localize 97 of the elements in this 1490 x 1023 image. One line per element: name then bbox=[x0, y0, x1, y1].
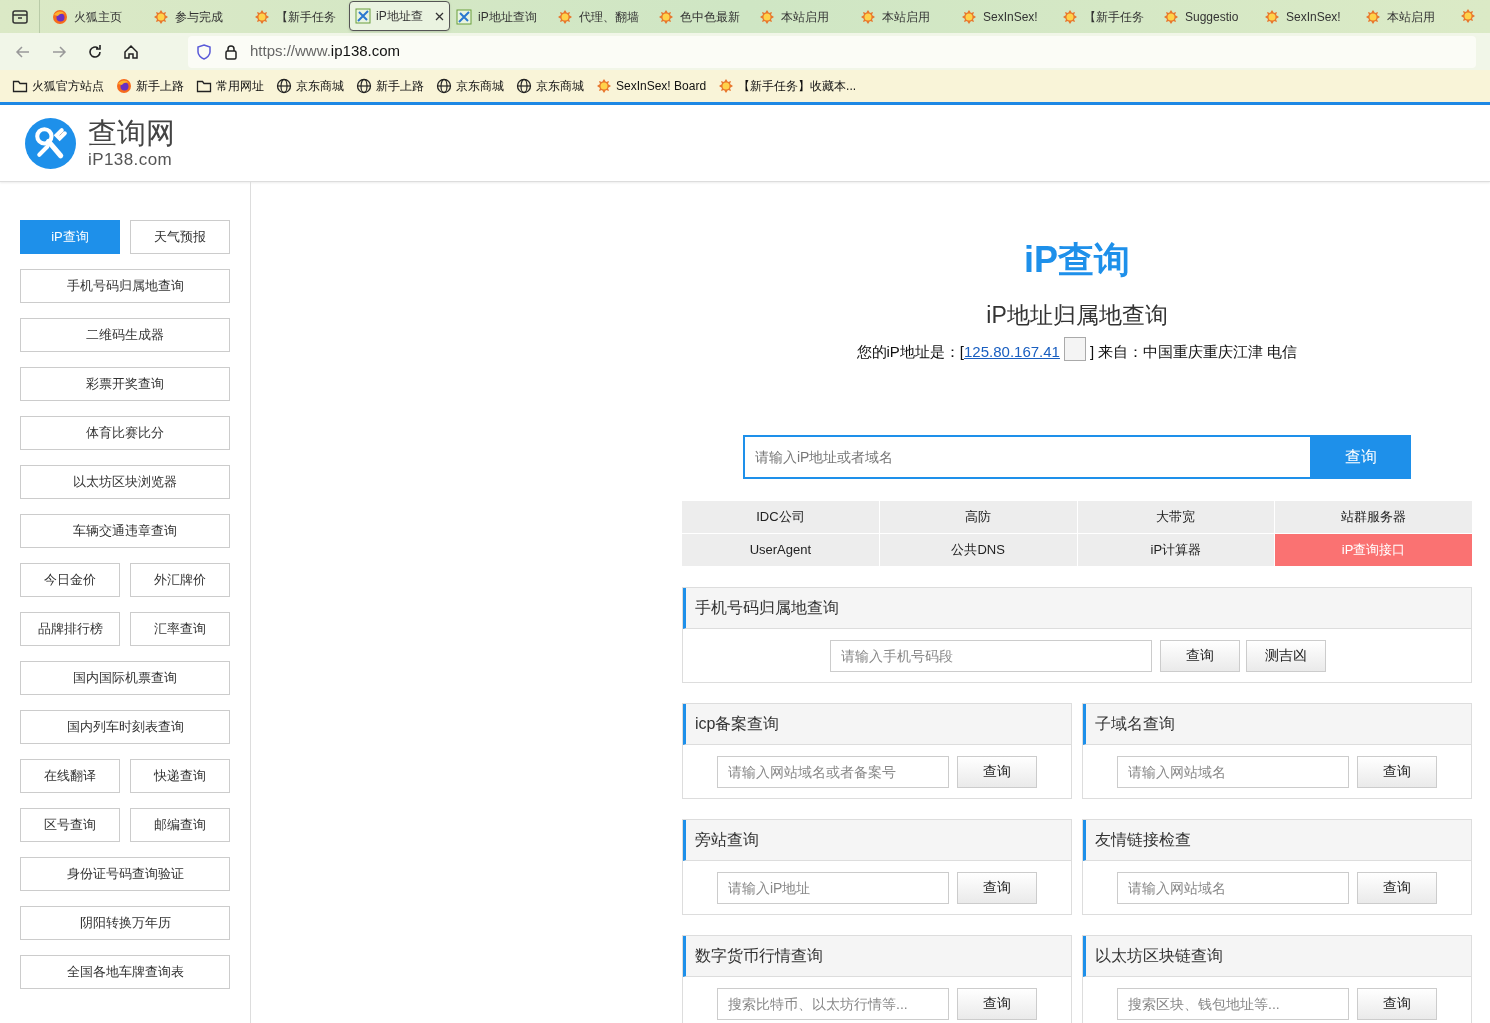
quick-link[interactable]: IDC公司 bbox=[682, 501, 879, 533]
input-field[interactable]: 请输入网站域名 bbox=[1117, 755, 1349, 788]
bookmark[interactable]: 新手上路 bbox=[356, 77, 424, 95]
logo-title: 查询网 bbox=[88, 118, 175, 148]
bookmark[interactable]: 京东商城 bbox=[436, 77, 504, 95]
close-icon[interactable] bbox=[435, 11, 444, 21]
quick-link[interactable]: 大带宽 bbox=[1077, 501, 1275, 533]
query-button[interactable]: 查询 bbox=[1357, 871, 1437, 904]
bookmark[interactable]: 京东商城 bbox=[276, 77, 344, 95]
browser-tab[interactable]: iP地址查询 bbox=[450, 0, 551, 33]
ip-location: ] 来自：中国重庆重庆江津 电信 bbox=[1089, 341, 1298, 362]
firefox-icon bbox=[116, 78, 132, 94]
query-button[interactable]: 查询 bbox=[1357, 755, 1437, 788]
sidebar-link[interactable]: 区号查询 bbox=[20, 808, 120, 842]
query-button[interactable]: 查询 bbox=[957, 987, 1037, 1020]
sidebar-link[interactable]: 阴阳转换万年历 bbox=[20, 906, 230, 940]
browser-tab[interactable]: SexInSex! bbox=[1258, 0, 1359, 33]
quick-link[interactable]: 公共DNS bbox=[879, 534, 1077, 566]
card-title: 旁站查询 bbox=[683, 820, 1071, 861]
browser-tab[interactable]: 【新手任务 bbox=[1056, 0, 1157, 33]
address-bar[interactable]: https://www.ip138.com bbox=[188, 35, 1476, 68]
browser-tab[interactable]: 本站启用 bbox=[1359, 0, 1460, 33]
bookmark[interactable]: 火狐官方站点 bbox=[12, 77, 104, 95]
url-text: https://www.ip138.com bbox=[250, 41, 401, 62]
browser-tab[interactable]: 本站启用 bbox=[753, 0, 854, 33]
ip-address-link[interactable]: 125.80.167.41 bbox=[964, 340, 1060, 363]
sidebar-link[interactable]: 外汇牌价 bbox=[130, 563, 230, 597]
page-heading: iP查询 bbox=[1023, 242, 1131, 278]
firefox-icon bbox=[52, 8, 68, 25]
sidebar-link[interactable]: 品牌排行榜 bbox=[20, 612, 120, 646]
quick-link[interactable]: UserAgent bbox=[682, 534, 879, 566]
sidebar-link[interactable]: 全国各地车牌查询表 bbox=[20, 955, 230, 989]
input-field[interactable]: 请输入网站域名 bbox=[1117, 871, 1349, 904]
query-button[interactable]: 测吉凶 bbox=[1246, 639, 1326, 672]
browser-tab[interactable]: 色中色最新 bbox=[652, 0, 753, 33]
sidebar-link[interactable]: 汇率查询 bbox=[130, 612, 230, 646]
sidebar-link[interactable]: 国内列车时刻表查询 bbox=[20, 710, 230, 744]
browser-tab[interactable]: 代理、翻墙 bbox=[551, 0, 652, 33]
reload-icon[interactable] bbox=[86, 42, 104, 61]
sidebar-link[interactable]: 国内国际机票查询 bbox=[20, 661, 230, 695]
browser-tab[interactable]: 参与完成 bbox=[147, 0, 248, 33]
bookmark[interactable]: SexInSex! Board bbox=[596, 77, 707, 95]
quick-link[interactable]: 高防 bbox=[879, 501, 1077, 533]
card-title: 友情链接检查 bbox=[1083, 820, 1471, 861]
browser-tab[interactable]: 本站启用 bbox=[854, 0, 955, 33]
tab-list-icon[interactable] bbox=[11, 9, 28, 24]
folder-icon bbox=[196, 78, 212, 94]
quick-link[interactable]: 站群服务器 bbox=[1275, 501, 1472, 533]
globe-icon bbox=[436, 78, 452, 94]
bookmark[interactable]: 【新手任务】收藏本... bbox=[718, 77, 857, 95]
input-field[interactable]: 搜索区块、钱包地址等... bbox=[1117, 987, 1349, 1020]
input-field[interactable]: 请输入iP地址 bbox=[717, 871, 949, 904]
sidebar-link[interactable]: 在线翻译 bbox=[20, 759, 120, 793]
bookmark[interactable]: 常用网址 bbox=[196, 77, 264, 95]
browser-tab[interactable]: Suggestio bbox=[1157, 0, 1258, 33]
input-field[interactable]: 搜索比特币、以太坊行情等... bbox=[717, 987, 949, 1020]
sidebar-link[interactable]: 车辆交通违章查询 bbox=[20, 514, 230, 548]
browser-tab[interactable]: 【新手任务 bbox=[248, 0, 349, 33]
quick-link[interactable]: iP计算器 bbox=[1077, 534, 1275, 566]
sidebar-link[interactable]: 快递查询 bbox=[130, 759, 230, 793]
input-field[interactable]: 请输入网站域名或者备案号 bbox=[717, 755, 949, 788]
query-button[interactable]: 查询 bbox=[957, 871, 1037, 904]
page-subheading: iP地址归属地查询 bbox=[985, 304, 1169, 327]
sidebar-link[interactable]: 二维码生成器 bbox=[20, 318, 230, 352]
bookmark[interactable]: 京东商城 bbox=[516, 77, 584, 95]
card-title: 数字货币行情查询 bbox=[683, 936, 1071, 977]
logo-icon bbox=[25, 117, 76, 169]
card-title: 手机号码归属地查询 bbox=[683, 588, 1471, 629]
ip-search-field[interactable]: 请输入iP地址或者域名 bbox=[743, 435, 1310, 479]
browser-tab[interactable]: SexInSex! bbox=[955, 0, 1056, 33]
ip-label: 您的iP地址是：[ bbox=[856, 341, 965, 362]
sidebar-link[interactable]: 以太坊区块浏览器 bbox=[20, 465, 230, 499]
query-button[interactable]: 查询 bbox=[1160, 639, 1240, 672]
query-button[interactable]: 查询 bbox=[1357, 987, 1437, 1020]
lock-icon bbox=[224, 43, 238, 60]
globe-icon bbox=[356, 78, 372, 94]
browser-tab[interactable]: 火狐主页 bbox=[46, 0, 147, 33]
bookmark[interactable]: 新手上路 bbox=[116, 77, 184, 95]
sidebar-link[interactable]: 彩票开奖查询 bbox=[20, 367, 230, 401]
sidebar-link[interactable]: 体育比赛比分 bbox=[20, 416, 230, 450]
query-button[interactable]: 查询 bbox=[957, 755, 1037, 788]
sidebar-link[interactable]: 今日金价 bbox=[20, 563, 120, 597]
card-title: 以太坊区块链查询 bbox=[1083, 936, 1471, 977]
home-icon[interactable] bbox=[122, 42, 140, 61]
card-title: 子域名查询 bbox=[1083, 704, 1471, 745]
folder-icon bbox=[12, 78, 28, 94]
shield-icon bbox=[196, 43, 212, 60]
input-field[interactable]: 请输入手机号码段 bbox=[830, 639, 1152, 672]
browser-tab[interactable]: iP地址查 bbox=[349, 1, 450, 31]
card-title: icp备案查询 bbox=[683, 704, 1071, 745]
sidebar-link[interactable]: 天气预报 bbox=[130, 220, 230, 254]
globe-icon bbox=[276, 78, 292, 94]
sidebar-link[interactable]: 邮编查询 bbox=[130, 808, 230, 842]
sidebar-link[interactable]: 手机号码归属地查询 bbox=[20, 269, 230, 303]
sidebar-link[interactable]: 身份证号码查询验证 bbox=[20, 857, 230, 891]
globe-icon bbox=[516, 78, 532, 94]
logo-domain: iP138.com bbox=[88, 150, 174, 168]
